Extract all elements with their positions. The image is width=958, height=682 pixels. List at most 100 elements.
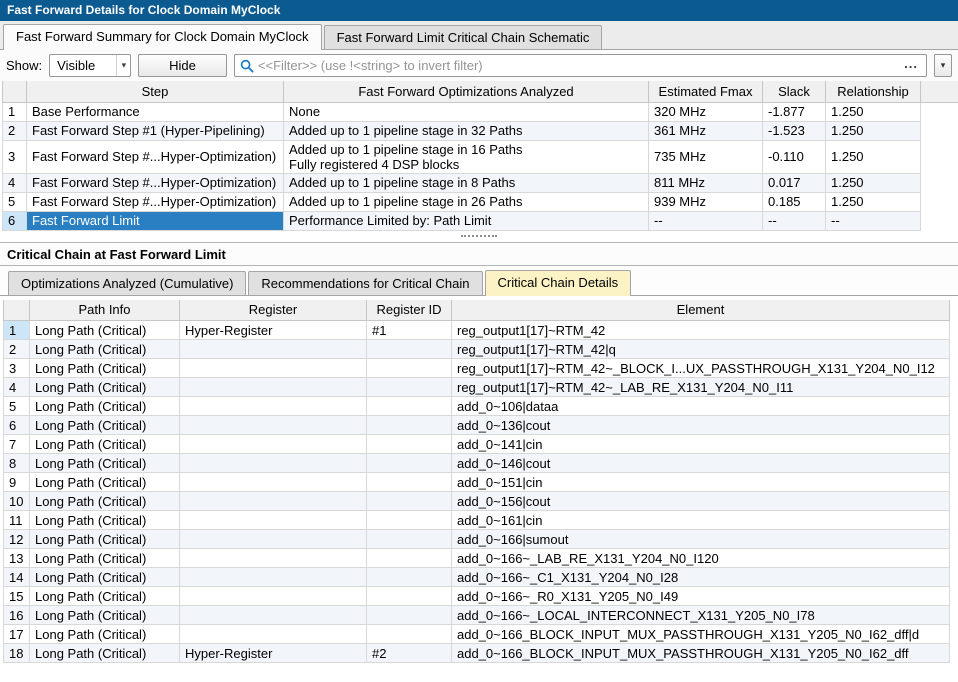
element-cell[interactable]: add_0~106|dataa [452, 397, 950, 416]
row-number-cell[interactable]: 5 [4, 397, 30, 416]
register-id-cell[interactable] [367, 568, 452, 587]
relationship-cell[interactable]: 1.250 [826, 140, 921, 173]
element-cell[interactable]: add_0~156|cout [452, 492, 950, 511]
filter-more-button[interactable]: ... [900, 56, 922, 75]
register-cell[interactable] [180, 606, 367, 625]
register-cell[interactable] [180, 549, 367, 568]
register-id-cell[interactable] [367, 340, 452, 359]
details-table-row[interactable]: 4 Long Path (Critical) reg_output1[17]~R… [4, 378, 950, 397]
column-header-register-id[interactable]: Register ID [367, 300, 452, 321]
register-cell[interactable]: Hyper-Register [180, 321, 367, 340]
estimated-fmax-cell[interactable]: 361 MHz [649, 121, 763, 140]
summary-table-row[interactable]: 4 Fast Forward Step #...Hyper-Optimizati… [3, 173, 958, 192]
step-cell[interactable]: Fast Forward Step #...Hyper-Optimization… [27, 140, 284, 173]
row-number-cell[interactable]: 15 [4, 587, 30, 606]
register-cell[interactable] [180, 492, 367, 511]
register-id-cell[interactable] [367, 492, 452, 511]
register-id-cell[interactable] [367, 378, 452, 397]
details-table-row[interactable]: 3 Long Path (Critical) reg_output1[17]~R… [4, 359, 950, 378]
register-id-cell[interactable] [367, 359, 452, 378]
path-info-cell[interactable]: Long Path (Critical) [30, 340, 180, 359]
estimated-fmax-cell[interactable]: 735 MHz [649, 140, 763, 173]
details-table-row[interactable]: 15 Long Path (Critical) add_0~166~_R0_X1… [4, 587, 950, 606]
path-info-cell[interactable]: Long Path (Critical) [30, 454, 180, 473]
details-table-row[interactable]: 2 Long Path (Critical) reg_output1[17]~R… [4, 340, 950, 359]
details-table-row[interactable]: 8 Long Path (Critical) add_0~146|cout [4, 454, 950, 473]
register-id-cell[interactable] [367, 625, 452, 644]
row-number-cell[interactable]: 17 [4, 625, 30, 644]
optimizations-cell[interactable]: Added up to 1 pipeline stage in 26 Paths [284, 192, 649, 211]
optimizations-cell[interactable]: Added up to 1 pipeline stage in 32 Paths [284, 121, 649, 140]
tab-fast-forward-summary[interactable]: Fast Forward Summary for Clock Domain My… [3, 24, 322, 50]
row-number-cell[interactable]: 1 [3, 102, 27, 121]
step-cell[interactable]: Fast Forward Step #...Hyper-Optimization… [27, 173, 284, 192]
summary-table-row[interactable]: 1 Base Performance None 320 MHz -1.877 1… [3, 102, 958, 121]
register-id-cell[interactable] [367, 397, 452, 416]
summary-table-row[interactable]: 5 Fast Forward Step #...Hyper-Optimizati… [3, 192, 958, 211]
slack-cell[interactable]: -0.110 [763, 140, 826, 173]
element-cell[interactable]: add_0~166_BLOCK_INPUT_MUX_PASSTHROUGH_X1… [452, 644, 950, 663]
element-cell[interactable]: reg_output1[17]~RTM_42|q [452, 340, 950, 359]
details-table-row[interactable]: 7 Long Path (Critical) add_0~141|cin [4, 435, 950, 454]
element-cell[interactable]: add_0~136|cout [452, 416, 950, 435]
register-cell[interactable] [180, 397, 367, 416]
slack-cell[interactable]: -- [763, 211, 826, 230]
optimizations-cell[interactable]: Performance Limited by: Path Limit [284, 211, 649, 230]
register-id-cell[interactable] [367, 416, 452, 435]
register-cell[interactable] [180, 340, 367, 359]
relationship-cell[interactable]: 1.250 [826, 102, 921, 121]
details-table-row[interactable]: 5 Long Path (Critical) add_0~106|dataa [4, 397, 950, 416]
row-number-cell[interactable]: 4 [3, 173, 27, 192]
row-number-cell[interactable]: 13 [4, 549, 30, 568]
row-number-cell[interactable]: 12 [4, 530, 30, 549]
path-info-cell[interactable]: Long Path (Critical) [30, 435, 180, 454]
column-header-element[interactable]: Element [452, 300, 950, 321]
details-table-row[interactable]: 16 Long Path (Critical) add_0~166~_LOCAL… [4, 606, 950, 625]
path-info-cell[interactable]: Long Path (Critical) [30, 473, 180, 492]
details-table-row[interactable]: 18 Long Path (Critical) Hyper-Register #… [4, 644, 950, 663]
element-cell[interactable]: reg_output1[17]~RTM_42~_LAB_RE_X131_Y204… [452, 378, 950, 397]
step-cell[interactable]: Fast Forward Step #...Hyper-Optimization… [27, 192, 284, 211]
column-header-relationship[interactable]: Relationship [826, 81, 921, 102]
column-header-path-info[interactable]: Path Info [30, 300, 180, 321]
element-cell[interactable]: reg_output1[17]~RTM_42 [452, 321, 950, 340]
element-cell[interactable]: add_0~166~_LOCAL_INTERCONNECT_X131_Y205_… [452, 606, 950, 625]
element-cell[interactable]: add_0~141|cin [452, 435, 950, 454]
slack-cell[interactable]: -1.523 [763, 121, 826, 140]
register-id-cell[interactable]: #2 [367, 644, 452, 663]
hide-button[interactable]: Hide [138, 54, 227, 77]
register-id-cell[interactable] [367, 511, 452, 530]
register-cell[interactable] [180, 473, 367, 492]
filter-input[interactable] [258, 58, 896, 73]
register-id-cell[interactable] [367, 454, 452, 473]
path-info-cell[interactable]: Long Path (Critical) [30, 606, 180, 625]
register-id-cell[interactable] [367, 549, 452, 568]
optimizations-cell[interactable]: None [284, 102, 649, 121]
element-cell[interactable]: add_0~166_BLOCK_INPUT_MUX_PASSTHROUGH_X1… [452, 625, 950, 644]
row-number-cell[interactable]: 8 [4, 454, 30, 473]
details-table-row[interactable]: 1 Long Path (Critical) Hyper-Register #1… [4, 321, 950, 340]
relationship-cell[interactable]: 1.250 [826, 121, 921, 140]
optimizations-cell[interactable]: Added up to 1 pipeline stage in 16 Paths… [284, 140, 649, 173]
row-number-cell[interactable]: 14 [4, 568, 30, 587]
path-info-cell[interactable]: Long Path (Critical) [30, 492, 180, 511]
register-cell[interactable] [180, 378, 367, 397]
element-cell[interactable]: add_0~146|cout [452, 454, 950, 473]
step-cell[interactable]: Fast Forward Step #1 (Hyper-Pipelining) [27, 121, 284, 140]
summary-table-row[interactable]: 2 Fast Forward Step #1 (Hyper-Pipelining… [3, 121, 958, 140]
tab-critical-chain-details[interactable]: Critical Chain Details [485, 270, 632, 296]
relationship-cell[interactable]: 1.250 [826, 173, 921, 192]
summary-table-row[interactable]: 3 Fast Forward Step #...Hyper-Optimizati… [3, 140, 958, 173]
element-cell[interactable]: add_0~151|cin [452, 473, 950, 492]
estimated-fmax-cell[interactable]: 320 MHz [649, 102, 763, 121]
row-number-cell[interactable]: 2 [3, 121, 27, 140]
row-number-cell[interactable]: 11 [4, 511, 30, 530]
slack-cell[interactable]: 0.185 [763, 192, 826, 211]
relationship-cell[interactable]: -- [826, 211, 921, 230]
tab-recommendations[interactable]: Recommendations for Critical Chain [248, 271, 482, 295]
details-table-row[interactable]: 10 Long Path (Critical) add_0~156|cout [4, 492, 950, 511]
register-cell[interactable] [180, 625, 367, 644]
details-table-row[interactable]: 11 Long Path (Critical) add_0~161|cin [4, 511, 950, 530]
slack-cell[interactable]: -1.877 [763, 102, 826, 121]
path-info-cell[interactable]: Long Path (Critical) [30, 321, 180, 340]
